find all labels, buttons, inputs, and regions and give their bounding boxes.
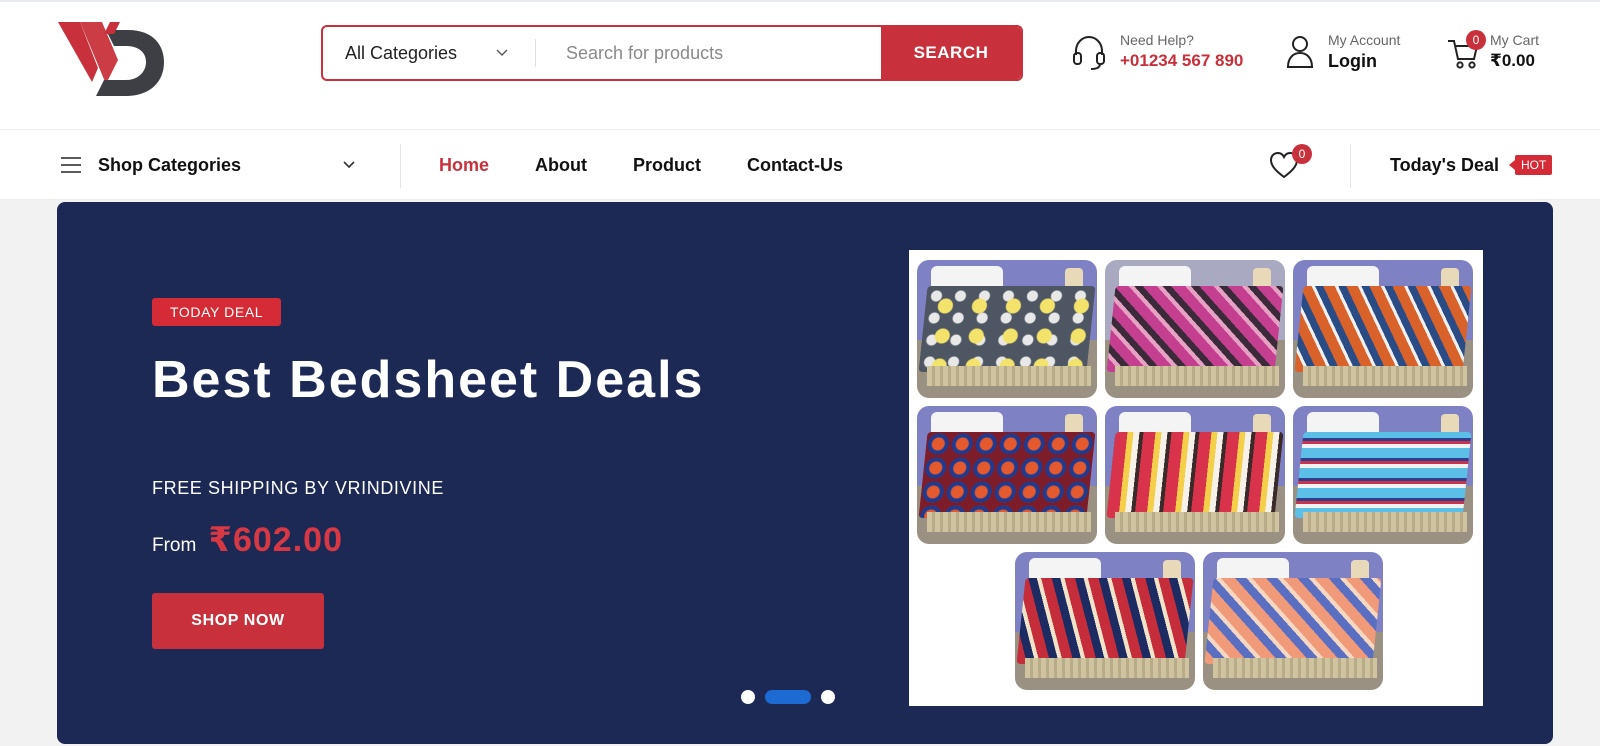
account-label: My Account	[1328, 32, 1401, 48]
headset-icon	[1073, 35, 1105, 70]
category-select[interactable]: All Categories	[323, 27, 535, 79]
search-bar: All Categories SEARCH	[321, 25, 1023, 81]
bedsheet-thumb	[1015, 552, 1195, 690]
bedsheet-thumb	[1293, 406, 1473, 544]
todays-deal-label: Today's Deal	[1390, 154, 1499, 175]
price-prefix: From	[152, 535, 197, 556]
site-header: All Categories SEARCH Need Help? +01234 …	[0, 2, 1600, 130]
bedsheet-thumb	[1105, 260, 1285, 398]
menu-icon	[61, 157, 81, 173]
category-select-value: All Categories	[345, 42, 458, 63]
hero-product-image	[909, 250, 1483, 706]
chevron-down-icon	[343, 161, 355, 169]
account-link[interactable]: My Account Login	[1284, 32, 1400, 72]
nav-contact-us[interactable]: Contact-Us	[747, 155, 843, 176]
nav-about[interactable]: About	[535, 155, 587, 176]
carousel-dot-3[interactable]	[821, 690, 835, 704]
cart-total: ₹0.00	[1490, 51, 1535, 70]
wishlist-count-badge: 0	[1292, 144, 1312, 164]
help-label: Need Help?	[1120, 32, 1194, 48]
shop-categories-label: Shop Categories	[98, 154, 242, 175]
hero-subtitle: FREE SHIPPING BY VRINDIVINE	[152, 478, 444, 498]
brand-logo[interactable]	[58, 20, 170, 100]
nav-home[interactable]: Home	[439, 155, 489, 176]
bedsheet-thumb	[917, 260, 1097, 398]
hero-banner: TODAY DEAL Best Bedsheet Deals FREE SHIP…	[57, 202, 1553, 744]
todays-deal-link[interactable]: Today's Deal HOT	[1390, 130, 1553, 200]
carousel-dot-2[interactable]	[765, 690, 811, 704]
wishlist-button[interactable]: 0	[1268, 144, 1312, 182]
nav-links: Home About Product Contact-Us	[439, 130, 889, 200]
nav-divider	[1350, 144, 1351, 188]
hero-price: From ₹602.00	[152, 520, 343, 560]
cart-count-badge: 0	[1466, 29, 1486, 50]
search-button[interactable]: SEARCH	[881, 27, 1021, 79]
bedsheet-thumb	[1203, 552, 1383, 690]
cart-link[interactable]: 0 My Cart ₹0.00	[1446, 29, 1539, 71]
shop-categories-toggle[interactable]: Shop Categories	[60, 130, 370, 200]
bedsheet-thumb	[1105, 406, 1285, 544]
search-input[interactable]	[536, 27, 881, 79]
help-phone[interactable]: +01234 567 890	[1120, 51, 1243, 71]
nav-divider	[400, 144, 401, 188]
carousel-dot-1[interactable]	[741, 690, 755, 704]
carousel-dots	[741, 690, 845, 704]
help-contact[interactable]: Need Help? +01234 567 890	[1070, 32, 1243, 71]
login-link[interactable]: Login	[1328, 51, 1400, 72]
cart-label: My Cart	[1490, 32, 1539, 48]
nav-product[interactable]: Product	[633, 155, 701, 176]
hero-title: Best Bedsheet Deals	[152, 351, 705, 409]
shop-now-button[interactable]: SHOP NOW	[152, 593, 324, 649]
hero-section: TODAY DEAL Best Bedsheet Deals FREE SHIP…	[0, 200, 1600, 746]
chevron-down-icon	[496, 49, 508, 56]
price-amount: ₹602.00	[208, 521, 343, 559]
bedsheet-thumb	[917, 406, 1097, 544]
hot-badge: HOT	[1508, 155, 1553, 175]
today-deal-tag: TODAY DEAL	[152, 298, 282, 326]
bedsheet-thumb	[1293, 260, 1473, 398]
main-nav: Shop Categories Home About Product Conta…	[0, 130, 1600, 200]
user-icon	[1286, 36, 1314, 68]
